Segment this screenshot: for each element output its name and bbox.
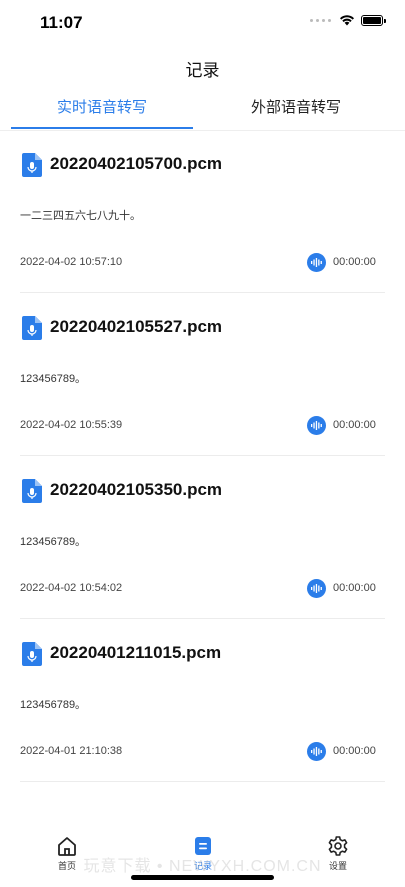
audio-file-icon bbox=[22, 479, 42, 503]
waveform-icon bbox=[311, 584, 322, 593]
record-item[interactable]: 20220402105527.pcm 123456789。 2022-04-02… bbox=[20, 293, 385, 456]
battery-icon bbox=[361, 14, 386, 26]
tab-bar-top: 实时语音转写 外部语音转写 bbox=[0, 88, 405, 131]
home-indicator bbox=[131, 875, 274, 880]
record-duration: 00:00:00 bbox=[333, 582, 376, 594]
waveform-icon bbox=[311, 421, 322, 430]
audio-file-icon bbox=[22, 153, 42, 177]
record-duration: 00:00:00 bbox=[333, 419, 376, 431]
record-date: 2022-04-01 21:10:38 bbox=[20, 745, 123, 757]
record-content: 123456789。 bbox=[20, 373, 87, 385]
record-date: 2022-04-02 10:54:02 bbox=[20, 582, 123, 594]
record-file-name: 20220402105700.pcm bbox=[50, 154, 223, 173]
record-content: 一二三四五六七八九十。 bbox=[20, 210, 141, 222]
status-time: 11:07 bbox=[40, 13, 83, 32]
audio-file-icon bbox=[22, 642, 42, 666]
record-date: 2022-04-02 10:57:10 bbox=[20, 256, 123, 268]
record-file-name: 20220402105527.pcm bbox=[50, 317, 223, 336]
record-list: 20220402105700.pcm 一二三四五六七八九十。 2022-04-0… bbox=[0, 130, 405, 782]
record-item[interactable]: 20220402105700.pcm 一二三四五六七八九十。 2022-04-0… bbox=[20, 130, 385, 293]
record-file-name: 20220401211015.pcm bbox=[50, 643, 222, 662]
record-duration: 00:00:00 bbox=[333, 256, 376, 268]
waveform-icon bbox=[311, 258, 322, 267]
record-content: 123456789。 bbox=[20, 699, 87, 711]
watermark: 玩意下载 • NEWYXH.COM.CN bbox=[83, 858, 322, 875]
play-audio-button[interactable] bbox=[307, 579, 326, 598]
record-content: 123456789。 bbox=[20, 536, 87, 548]
page-title: 记录 bbox=[185, 61, 220, 80]
status-bar: 11:07 bbox=[0, 0, 405, 46]
record-date: 2022-04-02 10:55:39 bbox=[20, 419, 123, 431]
record-duration: 00:00:00 bbox=[333, 745, 376, 757]
play-audio-button[interactable] bbox=[307, 742, 326, 761]
status-indicators bbox=[310, 14, 386, 26]
tab-external-transcription[interactable]: 外部语音转写 bbox=[205, 88, 387, 128]
play-audio-button[interactable] bbox=[307, 253, 326, 272]
record-file-name: 20220402105350.pcm bbox=[50, 480, 223, 499]
play-audio-button[interactable] bbox=[307, 416, 326, 435]
active-tab-indicator bbox=[11, 127, 193, 129]
wifi-icon bbox=[340, 15, 354, 26]
audio-file-icon bbox=[22, 316, 42, 340]
waveform-icon bbox=[311, 747, 322, 756]
record-item[interactable]: 20220401211015.pcm 123456789。 2022-04-01… bbox=[20, 619, 385, 782]
record-item[interactable]: 20220402105350.pcm 123456789。 2022-04-02… bbox=[20, 456, 385, 619]
tab-realtime-transcription[interactable]: 实时语音转写 bbox=[11, 88, 193, 128]
cellular-signal-icon bbox=[310, 18, 331, 22]
